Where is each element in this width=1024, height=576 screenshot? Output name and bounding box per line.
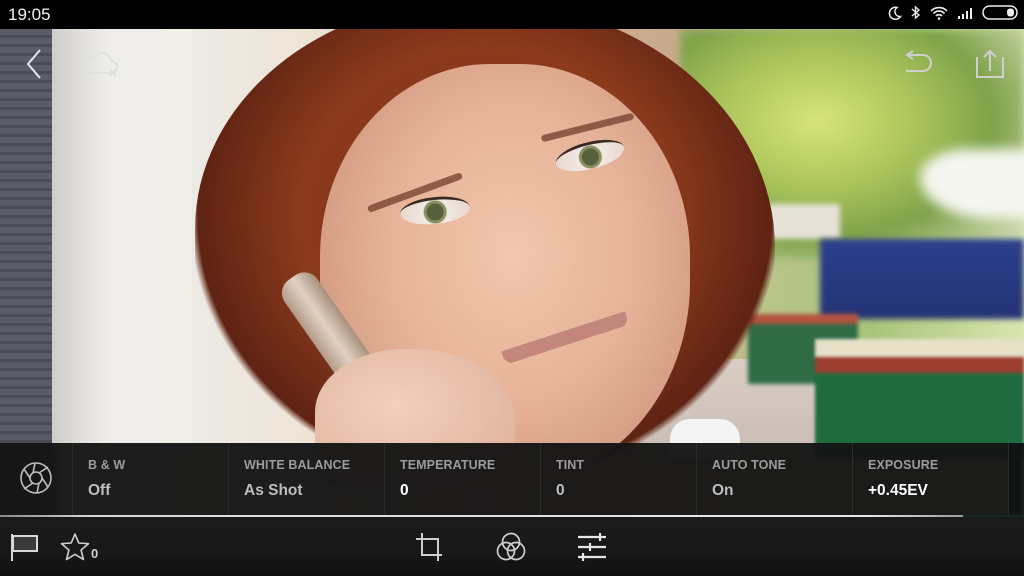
undo-button[interactable] [897, 44, 937, 84]
setting-next-partial[interactable] [1009, 443, 1021, 517]
setting-value: +0.45EV [868, 482, 928, 499]
aperture-icon [19, 461, 53, 500]
photo-bg-planter [815, 339, 1024, 459]
setting-white-balance[interactable]: WHITE BALANCE As Shot [229, 443, 385, 517]
progress-bar [0, 515, 1024, 517]
setting-tint[interactable]: TINT 0 [541, 443, 697, 517]
photo-bg-wall [52, 29, 192, 449]
signal-icon [957, 7, 973, 19]
status-icons [888, 5, 1018, 20]
flag-icon [9, 532, 39, 562]
presets-tool[interactable] [495, 531, 527, 563]
back-button[interactable] [14, 44, 54, 84]
status-time: 19:05 [8, 5, 51, 24]
moon-icon [888, 6, 902, 20]
setting-label: WHITE BALANCE [244, 458, 351, 472]
rating-button[interactable]: 0 [60, 531, 98, 563]
bluetooth-icon [911, 5, 921, 20]
setting-label: AUTO TONE [712, 458, 787, 472]
status-bar: 19:05 [0, 0, 1024, 29]
photo-bg-fence [820, 239, 1024, 319]
sliders-icon [576, 531, 608, 563]
rating-count: 0 [91, 545, 99, 561]
setting-value: Off [88, 482, 111, 499]
setting-label: TEMPERATURE [400, 458, 496, 472]
flag-button[interactable] [9, 531, 39, 563]
crop-icon [414, 531, 446, 563]
cloud-off-icon [79, 49, 119, 79]
cloud-sync-button[interactable] [79, 44, 119, 84]
crop-tool[interactable] [414, 531, 446, 563]
setting-label: B & W [88, 458, 126, 472]
wifi-icon [930, 6, 948, 20]
progress-fill [0, 515, 963, 517]
settings-strip: B & W Off WHITE BALANCE As Shot TEMPERAT… [0, 443, 1024, 517]
setting-bw[interactable]: B & W Off [73, 443, 229, 517]
setting-value: 0 [556, 482, 565, 499]
chevron-left-icon [24, 48, 44, 80]
setting-value: On [712, 482, 734, 499]
undo-icon [900, 49, 934, 79]
star-icon [60, 532, 90, 562]
bottom-toolbar: 0 [0, 517, 1024, 576]
setting-temperature[interactable]: TEMPERATURE 0 [385, 443, 541, 517]
setting-value: 0 [400, 482, 409, 499]
setting-label: TINT [556, 458, 585, 472]
setting-value: As Shot [244, 482, 303, 499]
photo-bg-shutters [0, 29, 52, 449]
adjust-tool[interactable] [576, 531, 608, 563]
share-icon [973, 47, 1007, 81]
color-circles-icon [495, 531, 527, 563]
share-button[interactable] [970, 44, 1010, 84]
presets-button[interactable] [0, 443, 73, 517]
setting-auto-tone[interactable]: AUTO TONE On [697, 443, 853, 517]
battery-icon [982, 5, 1018, 20]
setting-label: EXPOSURE [868, 458, 939, 472]
setting-exposure[interactable]: EXPOSURE +0.45EV [853, 443, 1009, 517]
